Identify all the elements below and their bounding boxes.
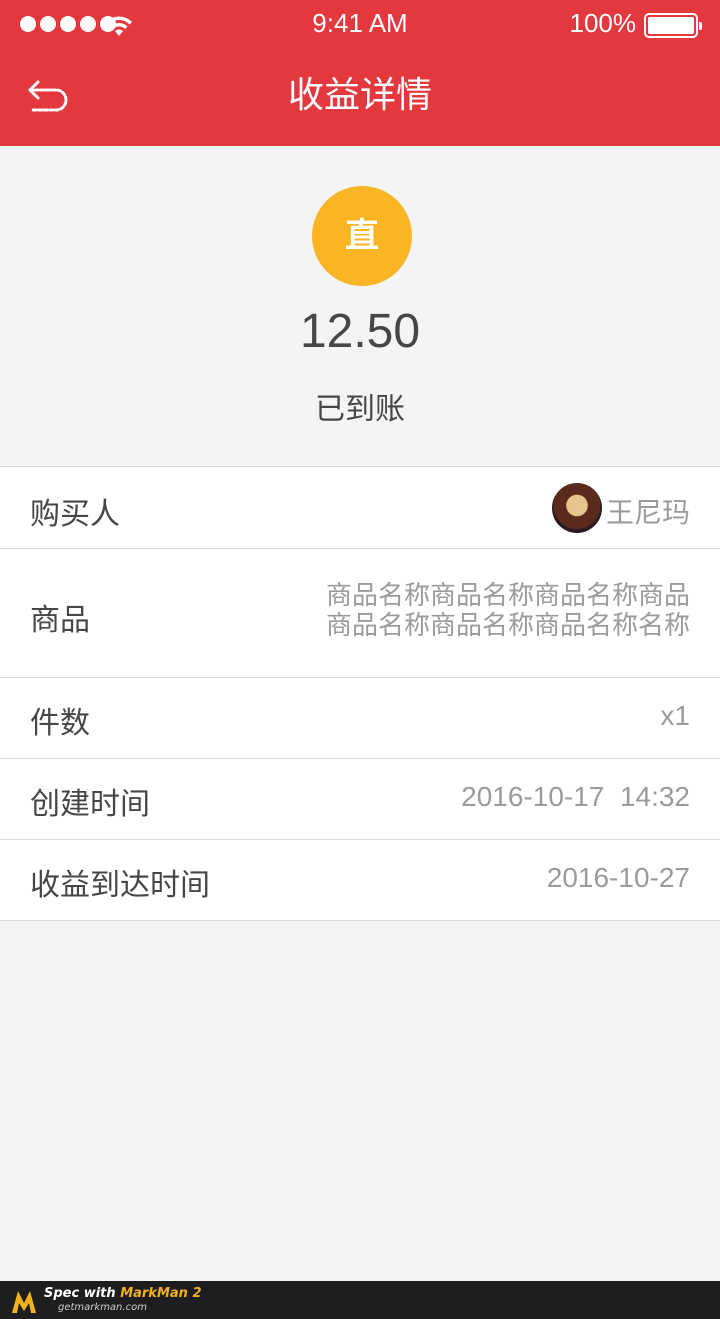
created-time-row: 创建时间 2016-10-17 14:32 [0, 759, 720, 840]
arrival-time-label: 收益到达时间 [30, 868, 210, 903]
markman-footer: Spec with MarkMan 2 getmarkman.com [0, 1281, 720, 1319]
earnings-summary: 直 12.50 已到账 [0, 146, 720, 466]
created-time-value: 2016-10-17 14:32 [461, 781, 690, 812]
spec-prefix: Spec with [44, 1286, 121, 1301]
quantity-row: 件数 x1 [0, 678, 720, 759]
battery-icon [644, 13, 702, 38]
direct-badge: 直 [312, 186, 412, 286]
status-bar: 9:41 AM 100% [0, 0, 720, 50]
avatar [552, 483, 602, 533]
quantity-label: 件数 [30, 706, 90, 741]
buyer-row: 购买人 王尼玛 [0, 467, 720, 549]
arrival-time-value: 2016-10-27 [546, 862, 690, 893]
markman-site[interactable]: getmarkman.com [58, 1302, 147, 1313]
goods-label: 商品 [30, 603, 90, 638]
buyer-name: 王尼玛 [605, 496, 690, 529]
battery-percent: 100% [569, 8, 637, 38]
page-title: 收益详情 [287, 75, 432, 116]
goods-row: 商品 商品名称商品名称商品名称商品商品名称商品名称商品名称名称 [0, 549, 720, 678]
spec-brand: MarkMan 2 [120, 1286, 202, 1301]
detail-list: 购买人 王尼玛 商品 商品名称商品名称商品名称商品商品名称商品名称商品名称名称 … [0, 466, 720, 921]
spec-credit: Spec with MarkMan 2 [44, 1286, 202, 1301]
quantity-value: x1 [660, 700, 690, 731]
created-time-label: 创建时间 [30, 787, 150, 822]
arrival-time-row: 收益到达时间 2016-10-27 [0, 840, 720, 921]
app-header: 9:41 AM 100% 收益详情 [0, 0, 720, 146]
goods-name: 商品名称商品名称商品名称商品商品名称商品名称商品名称名称 [325, 581, 690, 641]
earnings-status: 已到账 [315, 392, 405, 427]
earnings-amount: 12.50 [299, 305, 421, 358]
buyer-label: 购买人 [30, 497, 120, 532]
markman-logo-icon [12, 1291, 36, 1313]
